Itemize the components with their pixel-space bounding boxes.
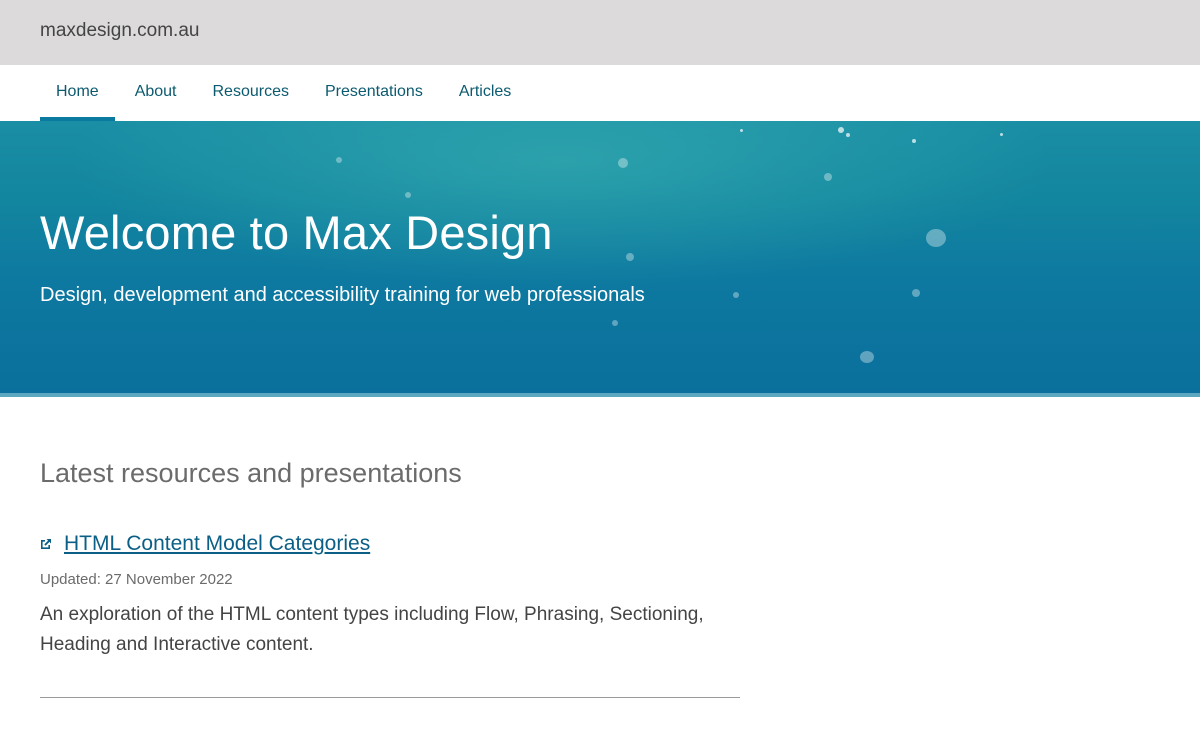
site-header: maxdesign.com.au <box>0 0 1200 65</box>
hero-bubble <box>912 139 916 143</box>
hero-bubble <box>626 253 634 261</box>
hero-subtitle: Design, development and accessibility tr… <box>40 284 645 306</box>
nav-link-home[interactable]: Home <box>40 65 115 121</box>
hero-bubble <box>336 157 342 163</box>
hero-banner: Welcome to Max Design Design, developmen… <box>0 121 1200 393</box>
nav-link-resources[interactable]: Resources <box>197 65 305 121</box>
hero-bubble <box>860 351 874 363</box>
latest-heading: Latest resources and presentations <box>40 458 462 488</box>
hero-bottom-band <box>0 393 1200 397</box>
hero-bubble <box>1000 133 1003 136</box>
hero-bubble <box>733 292 739 298</box>
nav-item-resources: Resources <box>197 65 309 121</box>
hero-bubble <box>912 289 920 297</box>
nav-link-presentations[interactable]: Presentations <box>309 65 439 121</box>
nav-item-home: Home <box>40 65 119 121</box>
external-link-icon <box>41 539 51 549</box>
nav-item-articles: Articles <box>443 65 531 121</box>
hero-bubble <box>838 127 844 133</box>
hero-bubble <box>846 133 850 137</box>
hero-bubble <box>405 192 411 198</box>
resource-updated-date: Updated: 27 November 2022 <box>40 571 233 588</box>
main-nav: Home About Resources Presentations Artic… <box>0 65 1200 121</box>
site-name-link[interactable]: maxdesign.com.au <box>40 20 199 42</box>
nav-item-presentations: Presentations <box>309 65 443 121</box>
content-divider <box>40 697 740 698</box>
nav-link-articles[interactable]: Articles <box>443 65 527 121</box>
hero-bubble <box>740 129 743 132</box>
hero-title: Welcome to Max Design <box>40 206 553 259</box>
hero-bubble <box>926 229 946 247</box>
nav-list: Home About Resources Presentations Artic… <box>40 65 531 121</box>
hero-bubble <box>618 158 628 168</box>
nav-item-about: About <box>119 65 197 121</box>
hero-bubble <box>612 320 618 326</box>
resource-title-link[interactable]: HTML Content Model Categories <box>64 532 370 556</box>
nav-link-about[interactable]: About <box>119 65 193 121</box>
resource-description: An exploration of the HTML content types… <box>40 604 704 655</box>
hero-bubble <box>824 173 832 181</box>
